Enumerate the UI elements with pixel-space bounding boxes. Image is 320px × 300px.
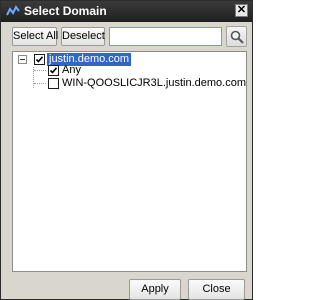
deselect-button[interactable]: Deselect	[61, 27, 105, 46]
title-bar[interactable]: Select Domain ✕	[1, 1, 252, 22]
any-checkbox[interactable]	[48, 65, 59, 76]
search-button[interactable]	[226, 26, 247, 47]
domain-tree[interactable]: justin.demo.com Any WIN-QOOSLICJR3L.just…	[12, 51, 247, 272]
app-logo-icon	[6, 4, 20, 18]
root-domain-checkbox[interactable]	[34, 54, 45, 65]
collapse-toggle-icon[interactable]	[18, 55, 27, 64]
search-input[interactable]	[109, 27, 222, 46]
checkmark-icon	[35, 56, 44, 63]
apply-button[interactable]: Apply	[129, 279, 181, 300]
select-all-button[interactable]: Select All	[12, 27, 58, 46]
select-domain-dialog: Select Domain ✕ Select All Deselect just…	[0, 0, 253, 300]
tree-connector	[34, 70, 46, 71]
close-button[interactable]: Close	[188, 279, 245, 300]
magnifier-icon	[230, 30, 244, 44]
tree-item-root-domain[interactable]: justin.demo.com	[47, 53, 132, 66]
close-icon: ✕	[236, 4, 247, 16]
tree-item-win-host[interactable]: WIN-QOOSLICJR3L.justin.demo.com	[62, 77, 246, 90]
tree-connector	[34, 83, 46, 84]
window-title: Select Domain	[24, 4, 107, 18]
close-window-button[interactable]: ✕	[235, 4, 248, 17]
tree-item-any[interactable]: Any	[62, 64, 81, 77]
checkmark-icon	[49, 67, 58, 74]
win-host-checkbox[interactable]	[48, 78, 59, 89]
